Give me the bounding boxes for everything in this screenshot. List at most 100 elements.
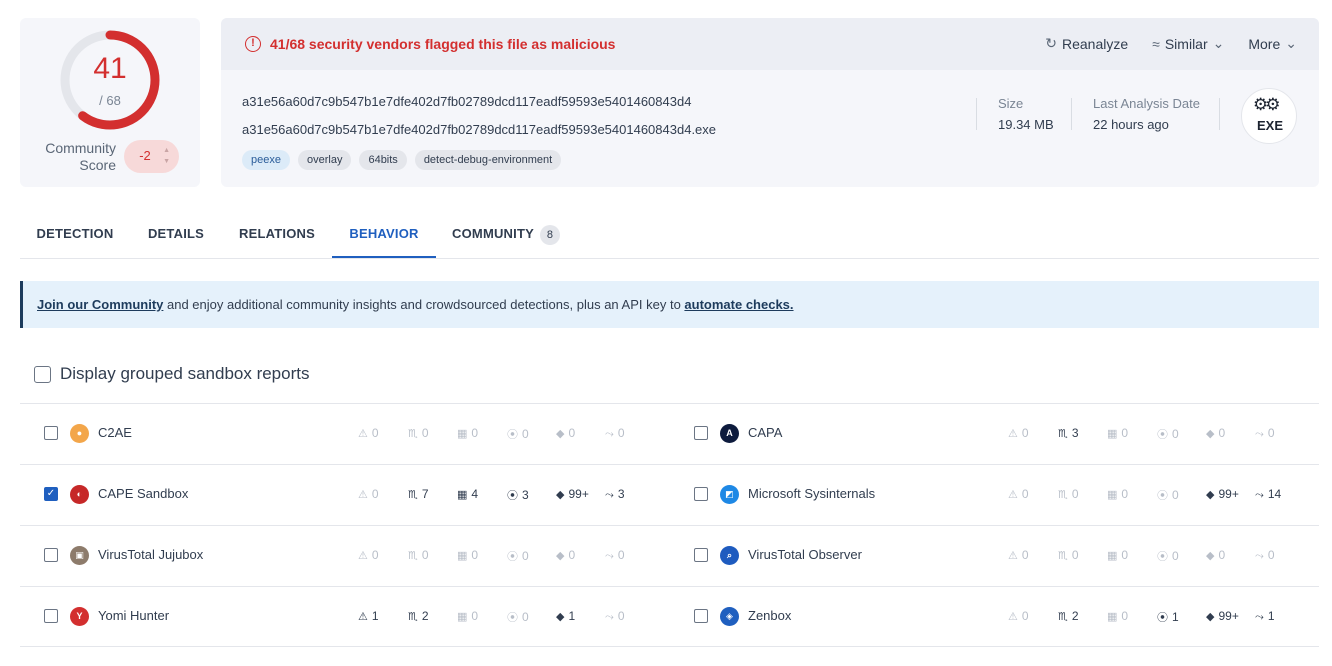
alert-circle-icon: ! [245,36,261,52]
sandbox-stat: ⦿ 0 [507,426,529,442]
sandbox-name[interactable]: C2AE [98,425,132,440]
network-icon: ◆ [556,611,565,623]
observer-logo-icon: ⌕ [720,546,739,565]
tab-details[interactable]: DETAILS [134,210,218,258]
sandbox-checkbox[interactable] [44,426,58,440]
sandbox-stat-value: 0 [371,426,379,440]
automate-checks-link[interactable]: automate checks. [684,297,793,312]
ids-icon: ▦ [457,428,468,440]
sandbox-stat-value: 0 [1021,609,1029,623]
tag-overlay[interactable]: overlay [297,150,352,170]
tab-community[interactable]: COMMUNITY 8 [444,210,568,258]
sandbox-name[interactable]: Microsoft Sysinternals [748,486,875,501]
file-name[interactable]: a31e56a60d7c9b547b1e7dfe402d7fb02789dcd1… [242,122,716,137]
sandbox-name[interactable]: CAPA [748,425,782,440]
sandbox-stat-value: 3 [617,487,625,501]
tag-detect-debug-environment[interactable]: detect-debug-environment [414,150,562,170]
sigma-icon: ⦿ [1157,551,1168,563]
warning-icon: ⚠ [1008,611,1018,623]
sigma-icon: ⦿ [1157,490,1168,502]
sandbox-entry: ▣ VirusTotal Jujubox ⚠ 0 ♏ 0 ▦ 0 ⦿ 0 ◆ 0 ⤳ 0 [20,526,670,586]
sandbox-stat-value: 0 [1172,549,1179,563]
sandbox-stat: ♏ 2 [408,609,429,623]
grouped-reports-checkbox[interactable] [34,365,51,383]
sandbox-stat: ♏ 0 [408,426,429,440]
tag-peexe[interactable]: peexe [242,150,290,170]
sandbox-stat-value: 0 [522,427,529,441]
sandbox-checkbox[interactable] [694,426,708,440]
sandbox-stat: ⦿ 0 [507,548,529,564]
reanalyze-button[interactable]: ↻ Reanalyze [1045,35,1128,52]
sandbox-checkbox[interactable] [44,609,58,623]
sandbox-checkbox[interactable] [694,609,708,623]
sandbox-stat: ◆ 99+ [556,487,589,501]
sandbox-row: ✓ ◐ CAPE Sandbox ⚠ 0 ♏ 7 ▦ 4 ⦿ 3 ◆ 99+ ⤳ 3 ◩ Microsoft S… [20,464,1319,525]
ids-icon: ▦ [1107,611,1118,623]
sigma-icon: ⦿ [507,429,518,441]
mitre-icon: ♏ [1058,611,1068,623]
sandbox-stat: ▦ 0 [1107,426,1128,440]
sandbox-entry: A CAPA ⚠ 0 ♏ 3 ▦ 0 ⦿ 0 ◆ 0 ⤳ 0 [670,404,1319,464]
sandbox-name[interactable]: VirusTotal Jujubox [98,547,203,562]
vote-arrows-icon[interactable]: ▲ ▼ [163,145,170,167]
sandbox-stat-value: 2 [1071,609,1079,623]
sandbox-name[interactable]: CAPE Sandbox [98,486,188,501]
sandbox-stat-value: 0 [1121,609,1129,623]
join-community-link[interactable]: Join our Community [37,297,163,312]
more-dropdown[interactable]: More ⌄ [1248,35,1297,52]
sandbox-stat-value: 0 [1267,426,1275,440]
sigma-icon: ⦿ [1157,612,1168,624]
community-score-badge[interactable]: -2 ▲ ▼ [124,140,179,173]
mitre-icon: ♏ [1058,489,1068,501]
last-analysis-value: 22 hours ago [1093,117,1169,132]
last-analysis-label: Last Analysis Date [1093,96,1200,111]
sandbox-stat-value: 0 [1021,487,1029,501]
tab-relations[interactable]: RELATIONS [226,210,328,258]
sandbox-stat-value: 0 [1071,548,1079,562]
sandbox-stat-value: 1 [1172,610,1179,624]
file-size-value: 19.34 MB [998,117,1054,132]
network-icon: ◆ [556,489,565,501]
sandbox-checkbox[interactable] [694,548,708,562]
sandbox-checkbox[interactable]: ✓ [44,487,58,501]
warning-icon: ⚠ [1008,489,1018,501]
sandbox-stat: ▦ 0 [457,548,478,562]
sandbox-checkbox[interactable] [694,487,708,501]
sandbox-stat-value: 0 [421,426,429,440]
ids-icon: ▦ [1107,428,1118,440]
sandbox-stat-value: 0 [617,609,625,623]
sandbox-stat: ▦ 0 [1107,609,1128,623]
similar-waves-icon: ≈ [1152,35,1160,52]
sandbox-checkbox[interactable] [44,548,58,562]
ids-icon: ▦ [457,550,468,562]
divider [1071,98,1072,130]
grouped-reports-toggle[interactable]: Display grouped sandbox reports [34,364,309,384]
sandbox-stat-value: 0 [522,610,529,624]
divider [1219,98,1220,130]
sandbox-name[interactable]: Zenbox [748,608,791,623]
sandbox-stat: ⤳ 3 [605,487,625,502]
warning-icon: ⚠ [358,489,368,501]
sandbox-stat: ⚠ 0 [358,548,379,562]
sandbox-stat-value: 0 [1021,548,1029,562]
sandbox-stat-value: 14 [1267,487,1282,501]
process-icon: ⤳ [1255,428,1264,440]
mitre-icon: ♏ [408,428,418,440]
sandbox-stat: ⚠ 0 [1008,548,1029,562]
sandbox-name[interactable]: Yomi Hunter [98,608,169,623]
sandbox-stat: ◆ 99+ [1206,487,1239,501]
sandbox-name[interactable]: VirusTotal Observer [748,547,862,562]
tag-64bits[interactable]: 64bits [359,150,407,170]
sandbox-stat: ◆ 99+ [1206,609,1239,623]
tab-detection[interactable]: DETECTION [20,210,130,258]
gears-icon: ⚙⚙ [1253,95,1281,114]
process-icon: ⤳ [605,550,614,562]
sandbox-stat: ⦿ 1 [1157,609,1179,625]
tab-behavior[interactable]: BEHAVIOR [332,210,436,258]
sandbox-entry: ◈ Zenbox ⚠ 0 ♏ 2 ▦ 0 ⦿ 1 ◆ 99+ ⤳ 1 [670,587,1319,647]
similar-dropdown[interactable]: ≈ Similar ⌄ [1152,35,1224,52]
alert-text: 41/68 security vendors flagged this file… [270,36,616,52]
file-hash[interactable]: a31e56a60d7c9b547b1e7dfe402d7fb02789dcd1… [242,94,691,109]
capa-logo-icon: A [720,424,739,443]
yomi-logo-icon: Y [70,607,89,626]
